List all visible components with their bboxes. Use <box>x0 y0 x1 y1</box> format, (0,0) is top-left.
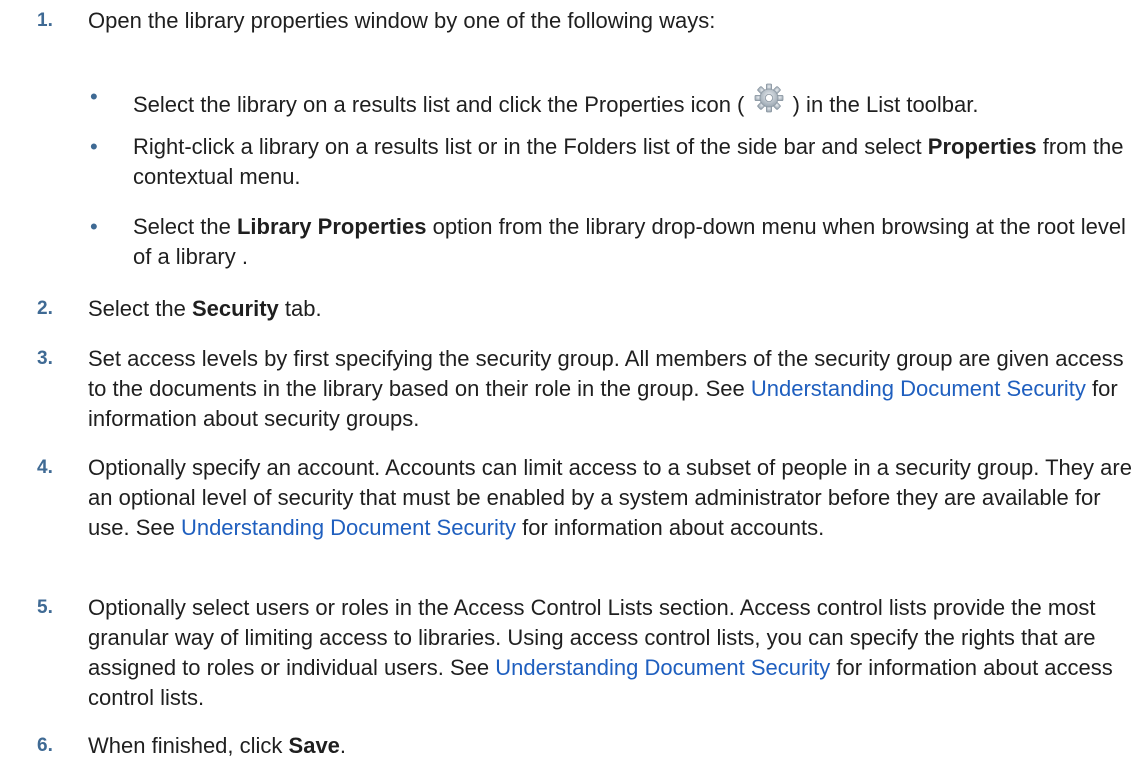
understanding-document-security-link[interactable]: Understanding Document Security <box>181 515 516 540</box>
bullet-text-pre: Select the <box>133 214 237 239</box>
step-text-post: for information about accounts. <box>516 515 825 540</box>
step-text-post: tab. <box>278 296 322 321</box>
understanding-document-security-link[interactable]: Understanding Document Security <box>751 376 1086 401</box>
step-number: 1. <box>37 10 53 31</box>
bullet-text: Right-click a library on a results list … <box>133 132 1137 192</box>
step-text-pre: When finished, click <box>88 733 289 758</box>
step-number: 4. <box>37 457 53 478</box>
step-text-bold: Security <box>191 296 279 321</box>
understanding-document-security-link[interactable]: Understanding Document Security <box>495 655 830 680</box>
step-text: Optionally select users or roles in the … <box>88 593 1137 713</box>
step-text: Open the library properties window by on… <box>88 8 716 33</box>
step-text: Select the Security tab. <box>88 294 1137 324</box>
step-text: Set access levels by first specifying th… <box>88 344 1137 434</box>
bullet-text-post: ) in the List toolbar. <box>786 92 979 117</box>
bullet-text: Select the library on a results list and… <box>133 82 1137 120</box>
bullet-dot: • <box>90 134 98 159</box>
bullet-text: Select the Library Properties option fro… <box>133 212 1137 272</box>
step-text-post: . <box>339 733 347 758</box>
step-number: 3. <box>37 348 53 369</box>
bullet-text-bold: Library Properties <box>236 214 427 239</box>
step-number: 2. <box>37 298 53 319</box>
bullet-dot: • <box>90 84 98 109</box>
bullet-text-pre: Select the library on a results list and… <box>133 92 751 117</box>
step-text-pre: Select the <box>88 296 192 321</box>
bullet-text-pre: Right-click a library on a results list … <box>133 134 928 159</box>
step-text: Optionally specify an account. Accounts … <box>88 453 1137 543</box>
gear-icon <box>753 82 785 114</box>
step-number: 6. <box>37 735 53 756</box>
step-number: 5. <box>37 597 53 618</box>
procedure-page: 1. Open the library properties window by… <box>0 0 1145 766</box>
bullet-dot: • <box>90 214 98 239</box>
step-text-bold: Save <box>288 733 340 758</box>
bullet-text-bold: Properties <box>927 134 1037 159</box>
step-text: When finished, click Save. <box>88 731 1137 761</box>
